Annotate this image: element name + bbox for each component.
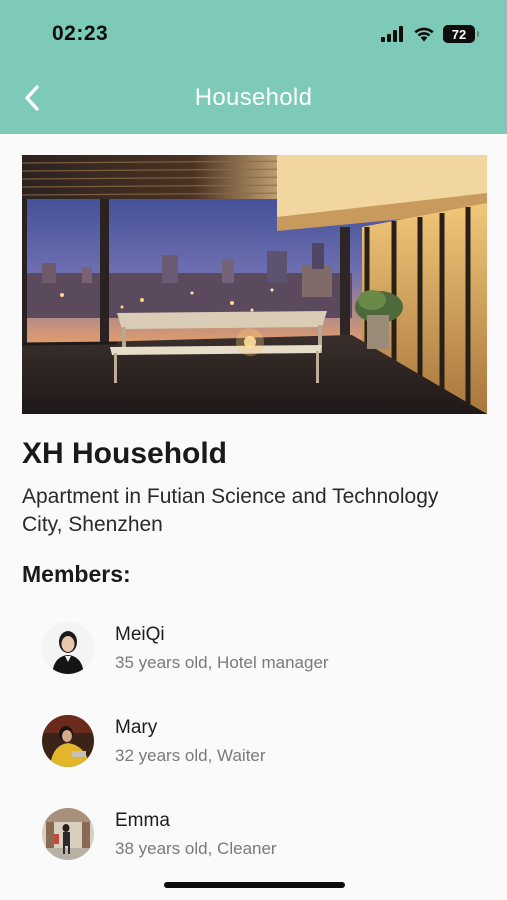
member-info: 32 years old, Waiter bbox=[115, 746, 266, 765]
person-photo-icon bbox=[42, 622, 94, 674]
household-photo bbox=[22, 155, 487, 414]
home-indicator[interactable] bbox=[164, 882, 345, 888]
status-bar: 02:23 72 bbox=[0, 0, 507, 62]
member-row-emma[interactable]: Emma 38 years old, Cleaner bbox=[42, 808, 482, 868]
person-photo-icon bbox=[42, 715, 94, 767]
status-time: 02:23 bbox=[52, 22, 109, 45]
nav-bar: Household bbox=[0, 62, 507, 134]
avatar bbox=[42, 715, 94, 767]
person-photo-icon bbox=[42, 808, 94, 860]
member-name: Emma bbox=[115, 810, 170, 831]
avatar bbox=[42, 808, 94, 860]
member-row-meiqi[interactable]: MeiQi 35 years old, Hotel manager bbox=[42, 622, 482, 682]
battery-icon: 72 bbox=[443, 25, 479, 43]
battery-level: 72 bbox=[451, 26, 467, 42]
page-title: Household bbox=[194, 84, 313, 111]
members-heading: Members: bbox=[22, 561, 131, 587]
terrace-night-image bbox=[22, 155, 487, 414]
member-info: 38 years old, Cleaner bbox=[115, 839, 277, 858]
member-name: Mary bbox=[115, 717, 158, 738]
avatar bbox=[42, 622, 94, 674]
signal-icon bbox=[381, 26, 403, 42]
member-row-mary[interactable]: Mary 32 years old, Waiter bbox=[42, 715, 482, 775]
member-name: MeiQi bbox=[115, 624, 165, 645]
wifi-icon bbox=[414, 27, 434, 42]
status-icons: 72 bbox=[381, 22, 479, 46]
member-info: 35 years old, Hotel manager bbox=[115, 653, 329, 672]
household-description: Apartment in Futian Science and Technolo… bbox=[22, 485, 439, 536]
household-name: XH Household bbox=[22, 437, 228, 470]
